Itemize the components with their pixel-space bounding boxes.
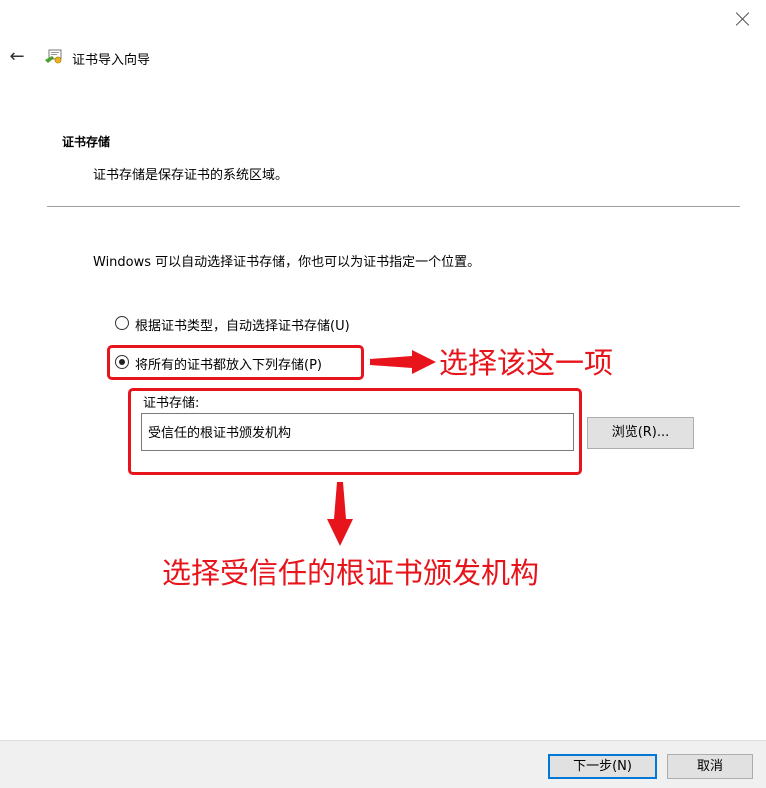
annotation-arrows	[327, 350, 436, 546]
auto-select-label[interactable]: 根据证书类型，自动选择证书存储(U)	[135, 315, 350, 334]
annotation-text-radio: 选择该这一项	[439, 346, 614, 380]
back-arrow-icon[interactable]: ←	[6, 46, 28, 68]
intro-text: Windows 可以自动选择证书存储，你也可以为证书指定一个位置。	[93, 255, 481, 270]
annotation-arrow-down	[327, 482, 353, 546]
manual-store-label[interactable]: 将所有的证书都放入下列存储(P)	[135, 354, 322, 373]
section-description: 证书存储是保存证书的系统区域。	[93, 168, 289, 183]
divider	[47, 206, 740, 207]
auto-select-radio[interactable]	[115, 316, 129, 330]
annotation-text-store: 选择受信任的根证书颁发机构	[162, 556, 540, 590]
manual-store-radio[interactable]	[115, 355, 129, 369]
section-heading: 证书存储	[62, 135, 111, 149]
certificate-wizard-icon	[45, 49, 62, 64]
certificate-store-field[interactable]: 受信任的根证书颁发机构	[141, 413, 574, 451]
wizard-title: 证书导入向导	[72, 53, 151, 68]
browse-button[interactable]: 浏览(R)...	[587, 417, 694, 449]
close-icon[interactable]	[734, 10, 752, 28]
annotation-arrow-right	[370, 350, 436, 374]
next-button[interactable]: 下一步(N)	[548, 754, 657, 779]
cancel-button[interactable]: 取消	[667, 754, 753, 779]
store-label: 证书存储:	[143, 396, 200, 411]
